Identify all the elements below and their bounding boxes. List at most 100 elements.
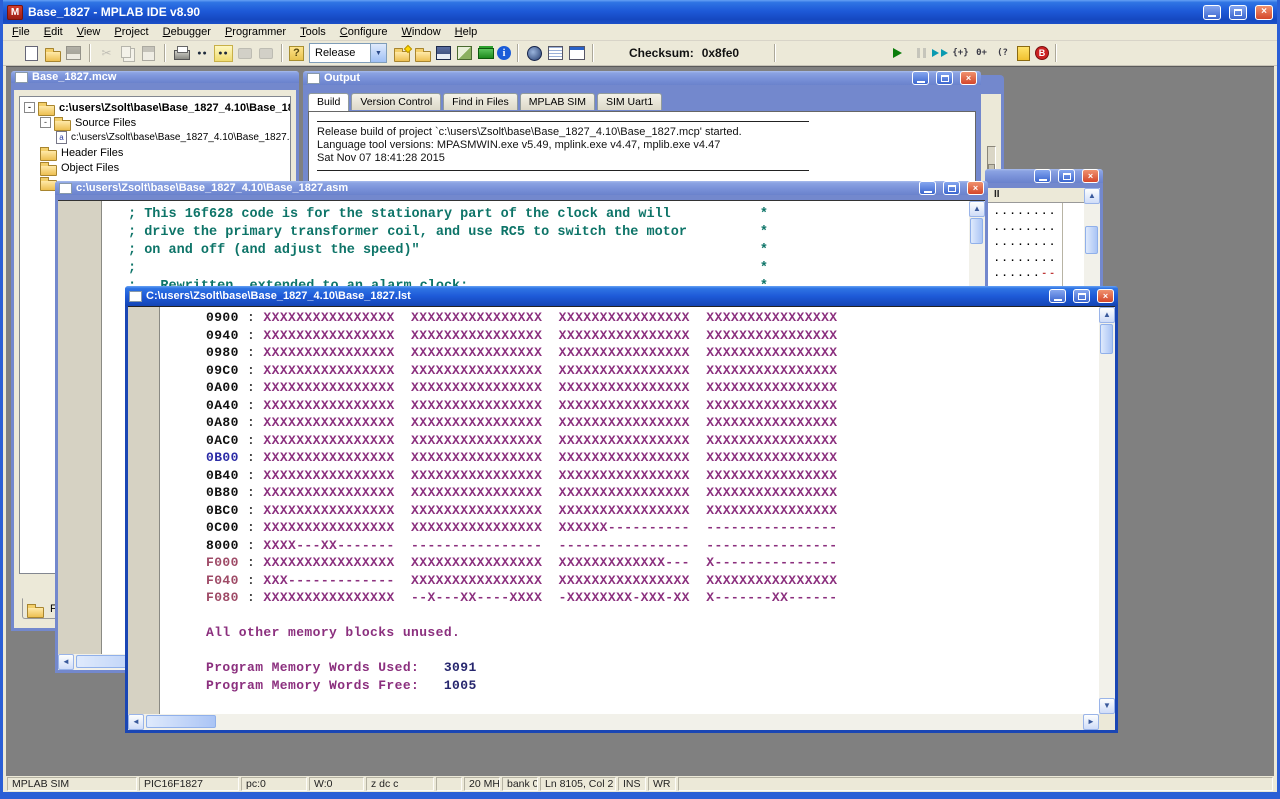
vertical-scrollbar[interactable]: ▲: [1084, 188, 1100, 296]
step-out-icon[interactable]: (?: [993, 45, 1012, 62]
menu-configure[interactable]: Configure: [333, 24, 395, 40]
tab-version-control[interactable]: Version Control: [351, 93, 442, 110]
asm-editor-title-bar[interactable]: c:\users\Zsolt\base\Base_1827_4.10\Base_…: [55, 181, 988, 195]
tree-item-2[interactable]: a c:\users\Zsolt\base\Base_1827_4.10\Base…: [22, 130, 290, 145]
tree-item-3[interactable]: Header Files: [22, 145, 290, 161]
build-all-icon[interactable]: [455, 45, 474, 62]
scrollbar-corner: [1099, 714, 1115, 730]
status-pane-mplab-sim: MPLAB SIM: [7, 777, 137, 791]
build-configuration-icon[interactable]: i: [497, 46, 511, 60]
help-icon[interactable]: ?: [289, 45, 304, 61]
close-button[interactable]: ×: [1082, 169, 1099, 183]
menu-window[interactable]: Window: [395, 24, 448, 40]
file-registers-title-bar[interactable]: ×: [985, 169, 1103, 183]
run-icon[interactable]: [888, 45, 907, 62]
chevron-down-icon[interactable]: ▼: [370, 44, 386, 62]
breakpoint-icon[interactable]: B: [1035, 46, 1049, 60]
minimize-button[interactable]: [1034, 169, 1051, 183]
new-project-icon[interactable]: [392, 44, 413, 62]
scroll-left-icon[interactable]: ◄: [128, 714, 144, 730]
tree-expander-icon[interactable]: -: [24, 102, 35, 113]
toolbar-separator: [592, 44, 594, 62]
build-configuration-select[interactable]: Release ▼: [309, 43, 387, 63]
tab-build[interactable]: Build: [308, 93, 350, 111]
maximize-button[interactable]: [936, 71, 953, 85]
save-workspace-icon[interactable]: [434, 45, 453, 62]
make-icon[interactable]: [476, 45, 495, 62]
maximize-button[interactable]: [943, 181, 960, 195]
register-row: ........: [994, 238, 1058, 248]
tab-sim-uart1[interactable]: SIM Uart1: [596, 93, 663, 110]
scroll-up-icon[interactable]: ▲: [1084, 188, 1100, 204]
menu-help[interactable]: Help: [448, 24, 485, 40]
minimize-button[interactable]: [912, 71, 929, 85]
tree-item-4[interactable]: Object Files: [22, 160, 290, 176]
lst-title-bar[interactable]: C:\users\Zsolt\base\Base_1827_4.10\Base_…: [125, 286, 1118, 306]
open-file-icon[interactable]: [43, 45, 62, 62]
close-button[interactable]: ×: [1255, 4, 1273, 20]
maximize-button[interactable]: [1073, 289, 1090, 303]
memory-map-row: 0940 : XXXXXXXXXXXXXXXX XXXXXXXXXXXXXXXX…: [206, 327, 838, 343]
register-row: ......--: [994, 269, 1058, 279]
close-button[interactable]: ×: [960, 71, 977, 85]
new-file-icon[interactable]: [22, 45, 41, 62]
lst-text-area[interactable]: 0900 : XXXXXXXXXXXXXXXX XXXXXXXXXXXXXXXX…: [160, 307, 1099, 714]
workspace-title-bar[interactable]: Base_1827.mcw: [11, 71, 299, 83]
print-icon[interactable]: [172, 45, 191, 62]
scroll-down-icon[interactable]: ▼: [1099, 698, 1115, 714]
scroll-thumb[interactable]: [146, 715, 216, 728]
status-pane-empty-5: [436, 777, 462, 791]
step-over-icon[interactable]: 0+: [972, 45, 991, 62]
maximize-button[interactable]: [1058, 169, 1075, 183]
output-line: Release build of project `c:\users\Zsolt…: [317, 126, 742, 138]
view-watch-icon[interactable]: [567, 45, 586, 62]
scroll-up-icon[interactable]: ▲: [969, 201, 985, 217]
open-project-icon[interactable]: [413, 45, 432, 62]
step-into-icon[interactable]: {+}: [951, 45, 970, 62]
tree-item-0[interactable]: - c:\users\Zsolt\base\Base_1827_4.10\Base…: [22, 100, 290, 116]
minimize-button[interactable]: [919, 181, 936, 195]
status-pane-w-0: W:0: [309, 777, 364, 791]
menu-project[interactable]: Project: [107, 24, 155, 40]
menu-tools[interactable]: Tools: [293, 24, 333, 40]
scroll-thumb[interactable]: [1085, 226, 1098, 254]
memory-map-row: F000 : XXXXXXXXXXXXXXXX XXXXXXXXXXXXXXXX…: [206, 555, 838, 570]
app-title-bar[interactable]: M Base_1827 - MPLAB IDE v8.90 ×: [3, 0, 1277, 24]
menu-debugger[interactable]: Debugger: [156, 24, 218, 40]
menu-view[interactable]: View: [70, 24, 108, 40]
program-target-icon[interactable]: [525, 45, 544, 62]
folder-icon: [27, 603, 44, 618]
reset-icon[interactable]: [1014, 45, 1033, 62]
scroll-left-icon[interactable]: ◄: [58, 654, 74, 670]
find-icon[interactable]: ●●: [193, 45, 212, 62]
minimize-button[interactable]: [1203, 4, 1221, 20]
tree-expander-icon[interactable]: -: [40, 117, 51, 128]
asm-code-line: ; *: [128, 261, 769, 276]
minimize-button[interactable]: [1049, 289, 1066, 303]
output-title-bar[interactable]: Output ×: [303, 71, 981, 85]
memory-words-used: Program Memory Words Used: 3091: [206, 660, 477, 675]
scroll-thumb[interactable]: [1100, 324, 1113, 354]
file-registers-rows: ................................ ......--…: [988, 203, 1084, 296]
memory-map-row: 0900 : XXXXXXXXXXXXXXXX XXXXXXXXXXXXXXXX…: [206, 310, 838, 325]
memory-map-row: 0A00 : XXXXXXXXXXXXXXXX XXXXXXXXXXXXXXXX…: [206, 380, 838, 395]
menu-programmer[interactable]: Programmer: [218, 24, 293, 40]
scroll-up-icon[interactable]: ▲: [1099, 307, 1115, 323]
memory-map-row: 0A80 : XXXXXXXXXXXXXXXX XXXXXXXXXXXXXXXX…: [206, 415, 838, 430]
tab-find-in-files[interactable]: Find in Files: [443, 93, 518, 110]
close-button[interactable]: ×: [1097, 289, 1114, 303]
tree-item-1[interactable]: - Source Files: [22, 115, 290, 131]
close-button[interactable]: ×: [967, 181, 984, 195]
view-memory-icon[interactable]: [546, 45, 565, 62]
horizontal-scrollbar[interactable]: ◄ ►: [128, 714, 1099, 730]
vertical-scrollbar[interactable]: ▲ ▼: [1099, 307, 1115, 714]
maximize-button[interactable]: [1229, 4, 1247, 20]
menu-edit[interactable]: Edit: [37, 24, 70, 40]
animate-icon[interactable]: [930, 45, 949, 62]
tab-mplab-sim[interactable]: MPLAB SIM: [519, 93, 595, 110]
scroll-thumb[interactable]: [970, 218, 983, 244]
find-in-files-icon[interactable]: ●●: [214, 44, 233, 62]
scroll-right-icon[interactable]: ►: [1083, 714, 1099, 730]
menu-file[interactable]: File: [5, 24, 37, 40]
